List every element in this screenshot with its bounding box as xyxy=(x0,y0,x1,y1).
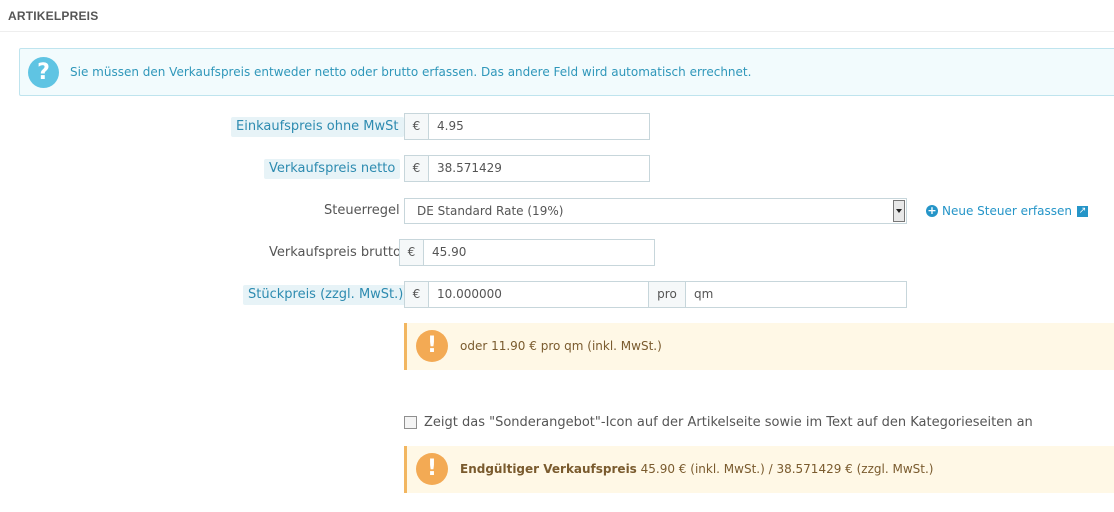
price-gross-input[interactable]: 45.90 xyxy=(424,239,655,266)
new-tax-link-label[interactable]: Neue Steuer erfassen xyxy=(942,204,1072,218)
currency-addon: € xyxy=(404,113,429,140)
external-link-icon: ↗ xyxy=(1077,205,1088,217)
final-price-title: Endgültiger Verkaufspreis xyxy=(460,462,637,476)
tax-rule-select[interactable]: DE Standard Rate (19%) xyxy=(404,198,907,224)
unit-price-alert-text: oder 11.90 € pro qm (inkl. MwSt.) xyxy=(460,339,662,353)
unit-input[interactable]: qm xyxy=(686,281,907,308)
unit-price-input[interactable]: 10.000000 xyxy=(429,281,649,308)
currency-addon: € xyxy=(399,239,424,266)
wholesale-price-group: € 4.95 xyxy=(404,113,650,140)
price-net-label: Verkaufspreis netto xyxy=(264,159,401,179)
unit-price-label: Stückpreis (zzgl. MwSt.) xyxy=(243,285,409,305)
on-sale-label[interactable]: Zeigt das "Sonderangebot"-Icon auf der A… xyxy=(424,415,1033,430)
exclamation-icon: ! xyxy=(416,453,448,485)
per-addon: pro xyxy=(649,281,686,308)
price-gross-group: € 45.90 xyxy=(399,239,655,266)
unit-price-alert: ! oder 11.90 € pro qm (inkl. MwSt.) xyxy=(404,323,1114,370)
final-price-alert-text: Endgültiger Verkaufspreis 45.90 € (inkl.… xyxy=(460,462,933,476)
exclamation-icon: ! xyxy=(416,330,448,362)
final-price-alert: ! Endgültiger Verkaufspreis 45.90 € (ink… xyxy=(404,446,1114,493)
info-alert: ? Sie müssen den Verkaufspreis entweder … xyxy=(19,48,1114,96)
currency-addon: € xyxy=(404,281,429,308)
plus-circle-icon: + xyxy=(926,204,938,217)
price-gross-label: Verkaufspreis brutto xyxy=(269,245,401,260)
on-sale-checkbox[interactable] xyxy=(404,415,417,429)
price-net-input[interactable]: 38.571429 xyxy=(429,155,650,182)
on-sale-row[interactable]: Zeigt das "Sonderangebot"-Icon auf der A… xyxy=(404,413,1033,431)
tax-rule-label: Steuerregel xyxy=(324,203,400,218)
new-tax-link[interactable]: + Neue Steuer erfassen ↗ xyxy=(926,202,1088,220)
unit-price-group: € 10.000000 pro qm xyxy=(404,281,907,308)
final-price-values: 45.90 € (inkl. MwSt.) / 38.571429 € (zzg… xyxy=(636,462,934,476)
currency-addon: € xyxy=(404,155,429,182)
info-alert-text: Sie müssen den Verkaufspreis entweder ne… xyxy=(70,65,752,79)
tax-rule-selected: DE Standard Rate (19%) xyxy=(417,204,564,218)
wholesale-price-label: Einkaufspreis ohne MwSt xyxy=(231,117,404,137)
wholesale-price-input[interactable]: 4.95 xyxy=(429,113,650,140)
chevron-down-icon[interactable] xyxy=(893,200,905,222)
panel-heading: ARTIKELPREIS xyxy=(0,0,1114,32)
question-circle-icon: ? xyxy=(28,57,59,88)
panel-title: ARTIKELPREIS xyxy=(8,9,99,23)
price-net-group: € 38.571429 xyxy=(404,155,650,182)
